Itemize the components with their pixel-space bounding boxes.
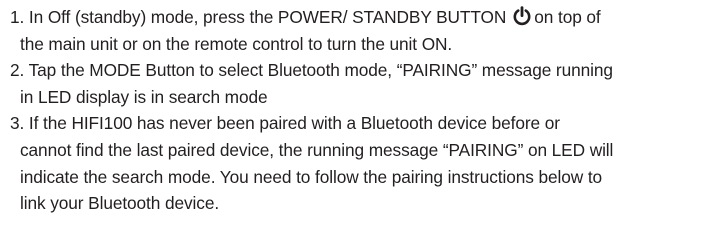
step-2-line-1: 2. Tap the MODE Button to select Bluetoo… xyxy=(10,60,613,81)
instruction-list: 1. In Off (standby) mode, press the POWE… xyxy=(10,4,710,217)
step-1-text-after-icon: on top of xyxy=(534,7,601,27)
step-3-line-1: 3. If the HIFI100 has never been paired … xyxy=(10,113,560,134)
step-3-line-4: link your Bluetooth device. xyxy=(20,193,220,214)
step-1-line-1: 1. In Off (standby) mode, press the POWE… xyxy=(10,4,710,31)
power-icon xyxy=(512,6,532,26)
step-1-text-before-icon: 1. In Off (standby) mode, press the POWE… xyxy=(10,7,507,27)
instruction-step-1: 1. In Off (standby) mode, press the POWE… xyxy=(10,4,710,57)
step-1-line-2: the main unit or on the remote control t… xyxy=(20,33,453,54)
step-3-line-2: cannot find the last paired device, the … xyxy=(20,139,614,160)
instruction-step-2: 2. Tap the MODE Button to select Bluetoo… xyxy=(10,57,710,110)
step-3-line-3: indicate the search mode. You need to fo… xyxy=(20,166,603,187)
instruction-step-3: 3. If the HIFI100 has never been paired … xyxy=(10,110,710,216)
step-2-line-2: in LED display is in search mode xyxy=(20,86,268,107)
